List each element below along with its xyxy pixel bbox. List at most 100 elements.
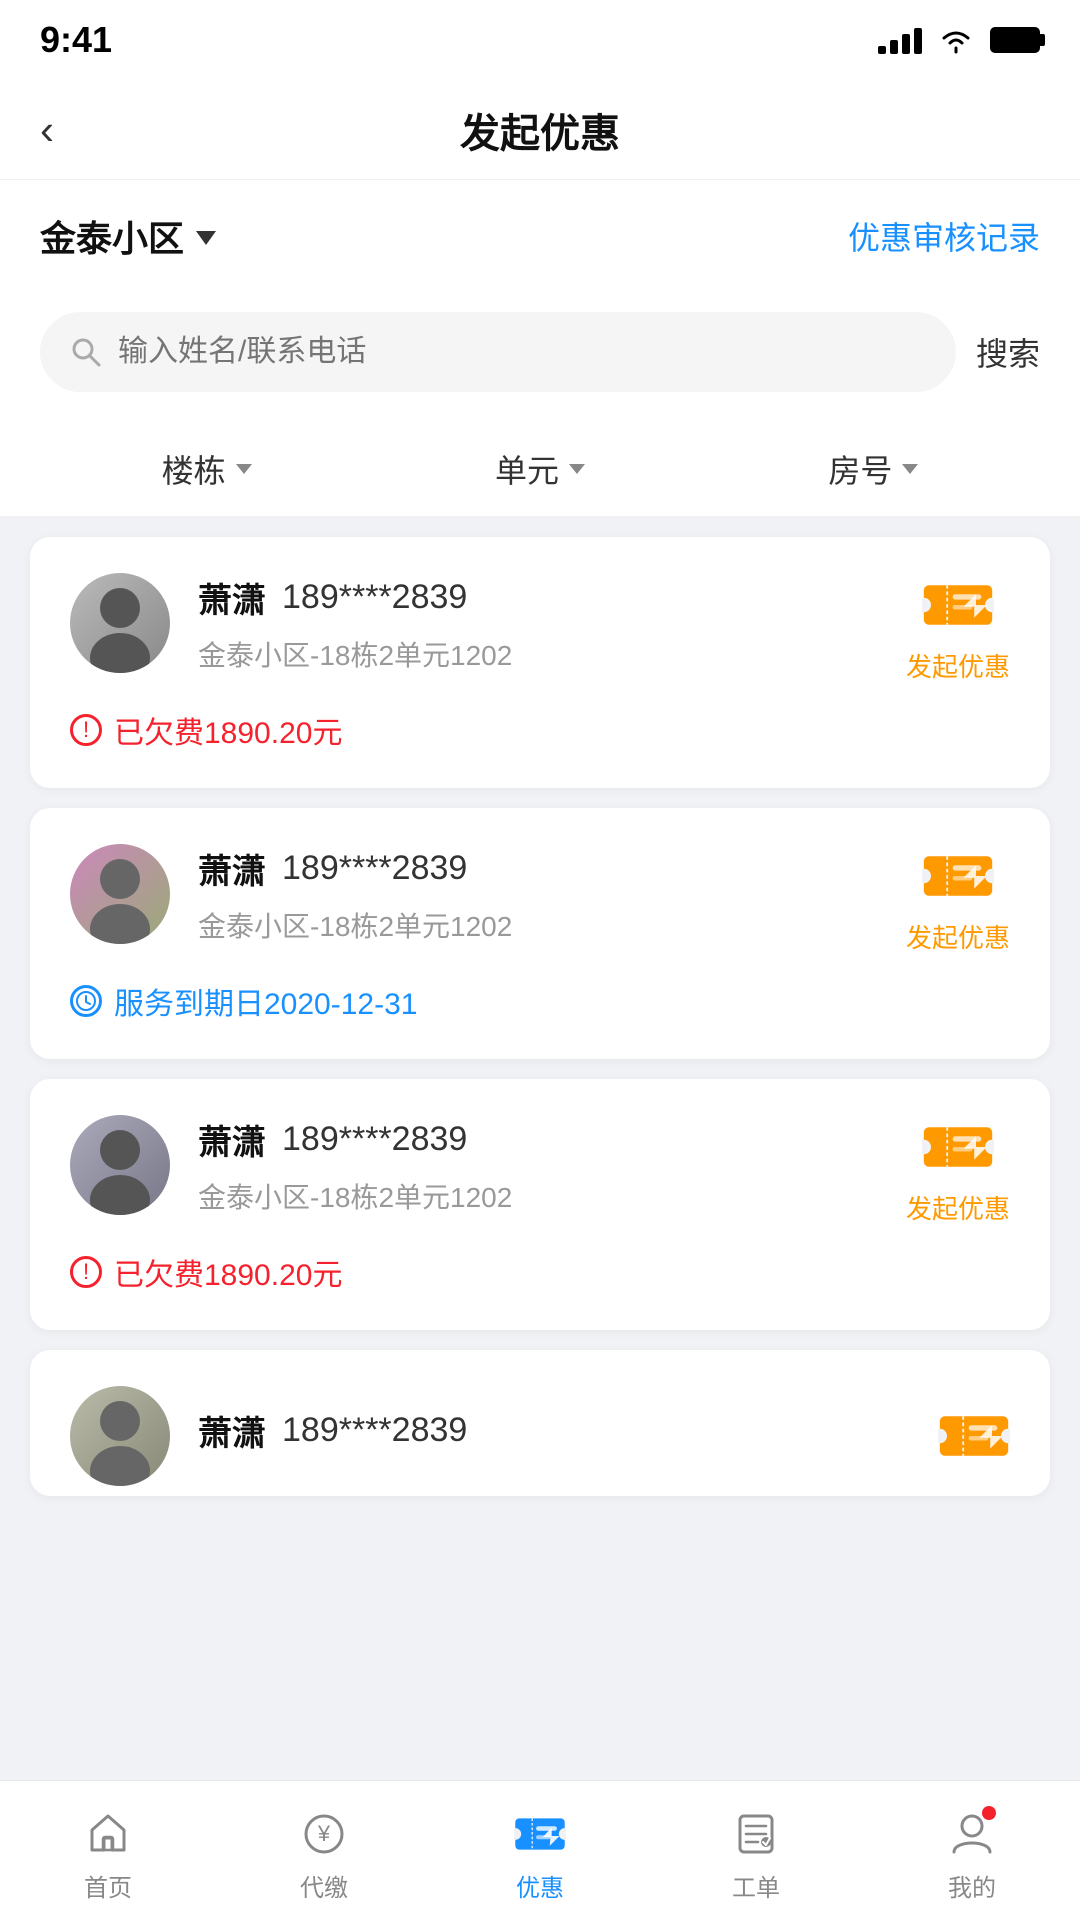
action-label: 发起优惠	[906, 647, 1010, 684]
avatar-silhouette	[70, 1386, 170, 1486]
action-label: 发起优惠	[906, 918, 1010, 955]
card-info: 萧潇 189****2839 金泰小区-18栋2单元1202	[198, 573, 878, 674]
resident-card: 萧潇 189****2839	[30, 1350, 1050, 1496]
card-action[interactable]	[938, 1404, 1010, 1468]
community-dropdown-arrow	[196, 231, 216, 245]
status-icons	[878, 26, 1040, 54]
community-row: 金泰小区 优惠审核记录	[0, 180, 1080, 292]
status-icon-circle	[70, 985, 102, 1017]
nav-item-profile[interactable]: 我的	[864, 1798, 1080, 1903]
resident-address: 金泰小区-18栋2单元1202	[198, 634, 878, 674]
filter-room-label: 房号	[828, 446, 892, 492]
header: ‹ 发起优惠	[0, 80, 1080, 180]
profile-icon	[946, 1808, 998, 1860]
back-button[interactable]: ‹	[40, 106, 54, 154]
avatar	[70, 573, 170, 673]
nav-label-pay: 代缴	[300, 1868, 348, 1903]
filter-unit[interactable]: 单元	[373, 446, 706, 492]
resident-card: 萧潇 189****2839 金泰小区-18栋2单元1202	[30, 537, 1050, 788]
resident-card: 萧潇 189****2839 金泰小区-18栋2单元1202	[30, 1079, 1050, 1330]
status-time: 9:41	[40, 19, 112, 61]
nav-label-workorder: 工单	[732, 1868, 780, 1903]
coupon-icon	[922, 573, 994, 637]
card-action[interactable]: 发起优惠	[906, 573, 1010, 684]
nav-label-profile: 我的	[948, 1868, 996, 1903]
card-status: 服务到期日2020-12-31	[70, 979, 1010, 1023]
filter-room-arrow	[902, 464, 918, 474]
resident-list: 萧潇 189****2839 金泰小区-18栋2单元1202	[0, 517, 1080, 1696]
community-selector[interactable]: 金泰小区	[40, 210, 216, 262]
name-phone-row: 萧潇 189****2839	[198, 573, 878, 622]
resident-name: 萧潇	[198, 1406, 266, 1455]
name-phone-row: 萧潇 189****2839	[198, 1406, 910, 1455]
coupon-icon	[922, 844, 994, 908]
card-info: 萧潇 189****2839	[198, 1406, 910, 1467]
search-button[interactable]: 搜索	[976, 329, 1040, 375]
action-label: 发起优惠	[906, 1189, 1010, 1226]
status-icon-circle: !	[70, 714, 102, 746]
resident-card: 萧潇 189****2839 金泰小区-18栋2单元1202	[30, 808, 1050, 1059]
nav-item-home[interactable]: 首页	[0, 1798, 216, 1903]
card-top: 萧潇 189****2839 金泰小区-18栋2单元1202	[70, 844, 1010, 955]
nav-item-coupon[interactable]: 优惠	[432, 1798, 648, 1903]
filter-unit-arrow	[569, 464, 585, 474]
avatar	[70, 844, 170, 944]
wifi-icon	[938, 26, 974, 54]
card-status: ! 已欠费1890.20元	[70, 1250, 1010, 1294]
nav-label-home: 首页	[84, 1868, 132, 1903]
filter-building-label: 楼栋	[162, 446, 226, 492]
nav-item-workorder[interactable]: 工单	[648, 1798, 864, 1903]
resident-phone: 189****2839	[282, 849, 467, 888]
resident-name: 萧潇	[198, 1115, 266, 1164]
avatar-silhouette	[70, 844, 170, 944]
status-text: 服务到期日2020-12-31	[114, 979, 417, 1023]
card-info: 萧潇 189****2839 金泰小区-18栋2单元1202	[198, 844, 878, 945]
audit-link[interactable]: 优惠审核记录	[848, 213, 1040, 259]
card-status: ! 已欠费1890.20元	[70, 708, 1010, 752]
coupon-icon	[922, 1115, 994, 1179]
card-info: 萧潇 189****2839 金泰小区-18栋2单元1202	[198, 1115, 878, 1216]
search-input-wrap	[40, 312, 956, 392]
search-icon	[70, 336, 102, 368]
nav-label-coupon: 优惠	[516, 1868, 564, 1903]
bottom-nav: 首页 ¥ 代缴 优惠	[0, 1780, 1080, 1920]
signal-icon	[878, 26, 922, 54]
card-top: 萧潇 189****2839 金泰小区-18栋2单元1202	[70, 573, 1010, 684]
filter-room[interactable]: 房号	[707, 446, 1040, 492]
status-icon-circle: !	[70, 1256, 102, 1288]
filter-unit-label: 单元	[495, 446, 559, 492]
search-input[interactable]	[118, 335, 926, 369]
resident-address: 金泰小区-18栋2单元1202	[198, 905, 878, 945]
filter-building[interactable]: 楼栋	[40, 446, 373, 492]
resident-phone: 189****2839	[282, 1120, 467, 1159]
card-top: 萧潇 189****2839	[70, 1386, 1010, 1486]
battery-icon	[990, 27, 1040, 53]
filter-building-arrow	[236, 464, 252, 474]
card-action[interactable]: 发起优惠	[906, 844, 1010, 955]
avatar-silhouette	[70, 573, 170, 673]
name-phone-row: 萧潇 189****2839	[198, 1115, 878, 1164]
avatar	[70, 1115, 170, 1215]
avatar-silhouette	[70, 1115, 170, 1215]
svg-text:¥: ¥	[317, 1821, 331, 1846]
search-row: 搜索	[0, 292, 1080, 422]
home-icon	[82, 1808, 134, 1860]
status-bar: 9:41	[0, 0, 1080, 80]
card-action[interactable]: 发起优惠	[906, 1115, 1010, 1226]
resident-name: 萧潇	[198, 573, 266, 622]
name-phone-row: 萧潇 189****2839	[198, 844, 878, 893]
nav-item-pay[interactable]: ¥ 代缴	[216, 1798, 432, 1903]
avatar	[70, 1386, 170, 1486]
pay-icon: ¥	[298, 1808, 350, 1860]
status-text: 已欠费1890.20元	[114, 1250, 342, 1294]
workorder-icon	[730, 1808, 782, 1860]
page-title: 发起优惠	[460, 101, 620, 159]
resident-name: 萧潇	[198, 844, 266, 893]
community-name: 金泰小区	[40, 210, 184, 262]
filter-row: 楼栋 单元 房号	[0, 422, 1080, 517]
coupon-nav-icon	[514, 1808, 566, 1860]
card-top: 萧潇 189****2839 金泰小区-18栋2单元1202	[70, 1115, 1010, 1226]
coupon-icon	[938, 1404, 1010, 1468]
resident-phone: 189****2839	[282, 578, 467, 617]
resident-phone: 189****2839	[282, 1411, 467, 1450]
